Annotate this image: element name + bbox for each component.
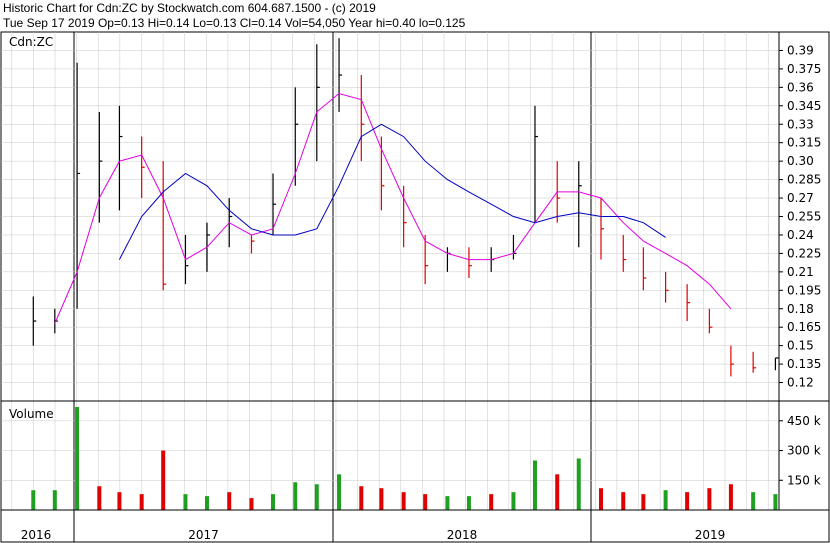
volume-bar (511, 492, 516, 510)
price-tick-label: 0.27 (787, 191, 814, 205)
price-panel-title: Cdn:ZC (9, 35, 53, 49)
volume-bar (337, 474, 342, 510)
volume-bar (707, 488, 712, 510)
volume-bar (599, 488, 604, 510)
volume-bar (641, 494, 646, 510)
price-tick-label: 0.345 (787, 99, 821, 113)
year-label: 2017 (188, 528, 219, 542)
price-tick-label: 0.30 (787, 154, 814, 168)
volume-bar (227, 492, 232, 510)
price-tick-label: 0.12 (787, 376, 814, 390)
volume-bar (314, 484, 319, 510)
volume-bar (423, 494, 428, 510)
volume-bar (97, 486, 102, 510)
price-tick-label: 0.33 (787, 117, 814, 131)
volume-bar (773, 494, 778, 510)
year-label: 2016 (21, 528, 52, 542)
volume-bar (532, 460, 537, 510)
volume-bar (445, 496, 450, 510)
price-tick-label: 0.36 (787, 80, 814, 94)
volume-bar (161, 450, 166, 510)
volume-bar (489, 494, 494, 510)
price-tick-label: 0.39 (787, 43, 814, 57)
volume-bar (379, 488, 384, 510)
volume-bar (31, 490, 36, 510)
volume-bar (685, 492, 690, 510)
chart-frame (0, 31, 830, 543)
price-tick-label: 0.21 (787, 265, 814, 279)
volume-tick-label: 450 k (787, 414, 821, 428)
volume-bar (576, 458, 581, 510)
price-tick-label: 0.195 (787, 283, 821, 297)
price-tick-label: 0.225 (787, 246, 821, 260)
year-label: 2018 (447, 528, 478, 542)
volume-bar (293, 482, 298, 510)
volume-bar (75, 406, 80, 510)
volume-bar (728, 484, 733, 510)
volume-bar (139, 494, 144, 510)
volume-bar (117, 492, 122, 510)
price-tick-label: 0.24 (787, 228, 814, 242)
volume-bar (401, 492, 406, 510)
price-tick-label: 0.135 (787, 357, 821, 371)
price-tick-label: 0.315 (787, 136, 821, 150)
volume-bar (183, 494, 188, 510)
price-tick-label: 0.375 (787, 62, 821, 76)
price-tick-label: 0.165 (787, 320, 821, 334)
volume-bar (249, 498, 254, 510)
volume-bar (204, 496, 209, 510)
volume-bar (555, 474, 560, 510)
volume-tick-label: 300 k (787, 444, 821, 458)
volume-panel-title: Volume (9, 407, 54, 421)
price-tick-label: 0.285 (787, 173, 821, 187)
price-tick-label: 0.255 (787, 210, 821, 224)
price-tick-label: 0.15 (787, 339, 814, 353)
volume-tick-label: 150 k (787, 473, 821, 487)
price-volume-chart: Cdn:ZC 0.39 0.375 0.36 0.345 0.33 0.315 0.30 0.… (0, 31, 830, 543)
volume-bar (621, 492, 626, 510)
volume-bar (271, 494, 276, 510)
price-tick-label: 0.18 (787, 302, 814, 316)
year-label: 2019 (695, 528, 726, 542)
volume-bar (52, 490, 57, 510)
volume-bar (751, 492, 756, 510)
volume-bar (359, 486, 364, 510)
volume-bar (663, 490, 668, 510)
volume-bar (466, 496, 471, 510)
